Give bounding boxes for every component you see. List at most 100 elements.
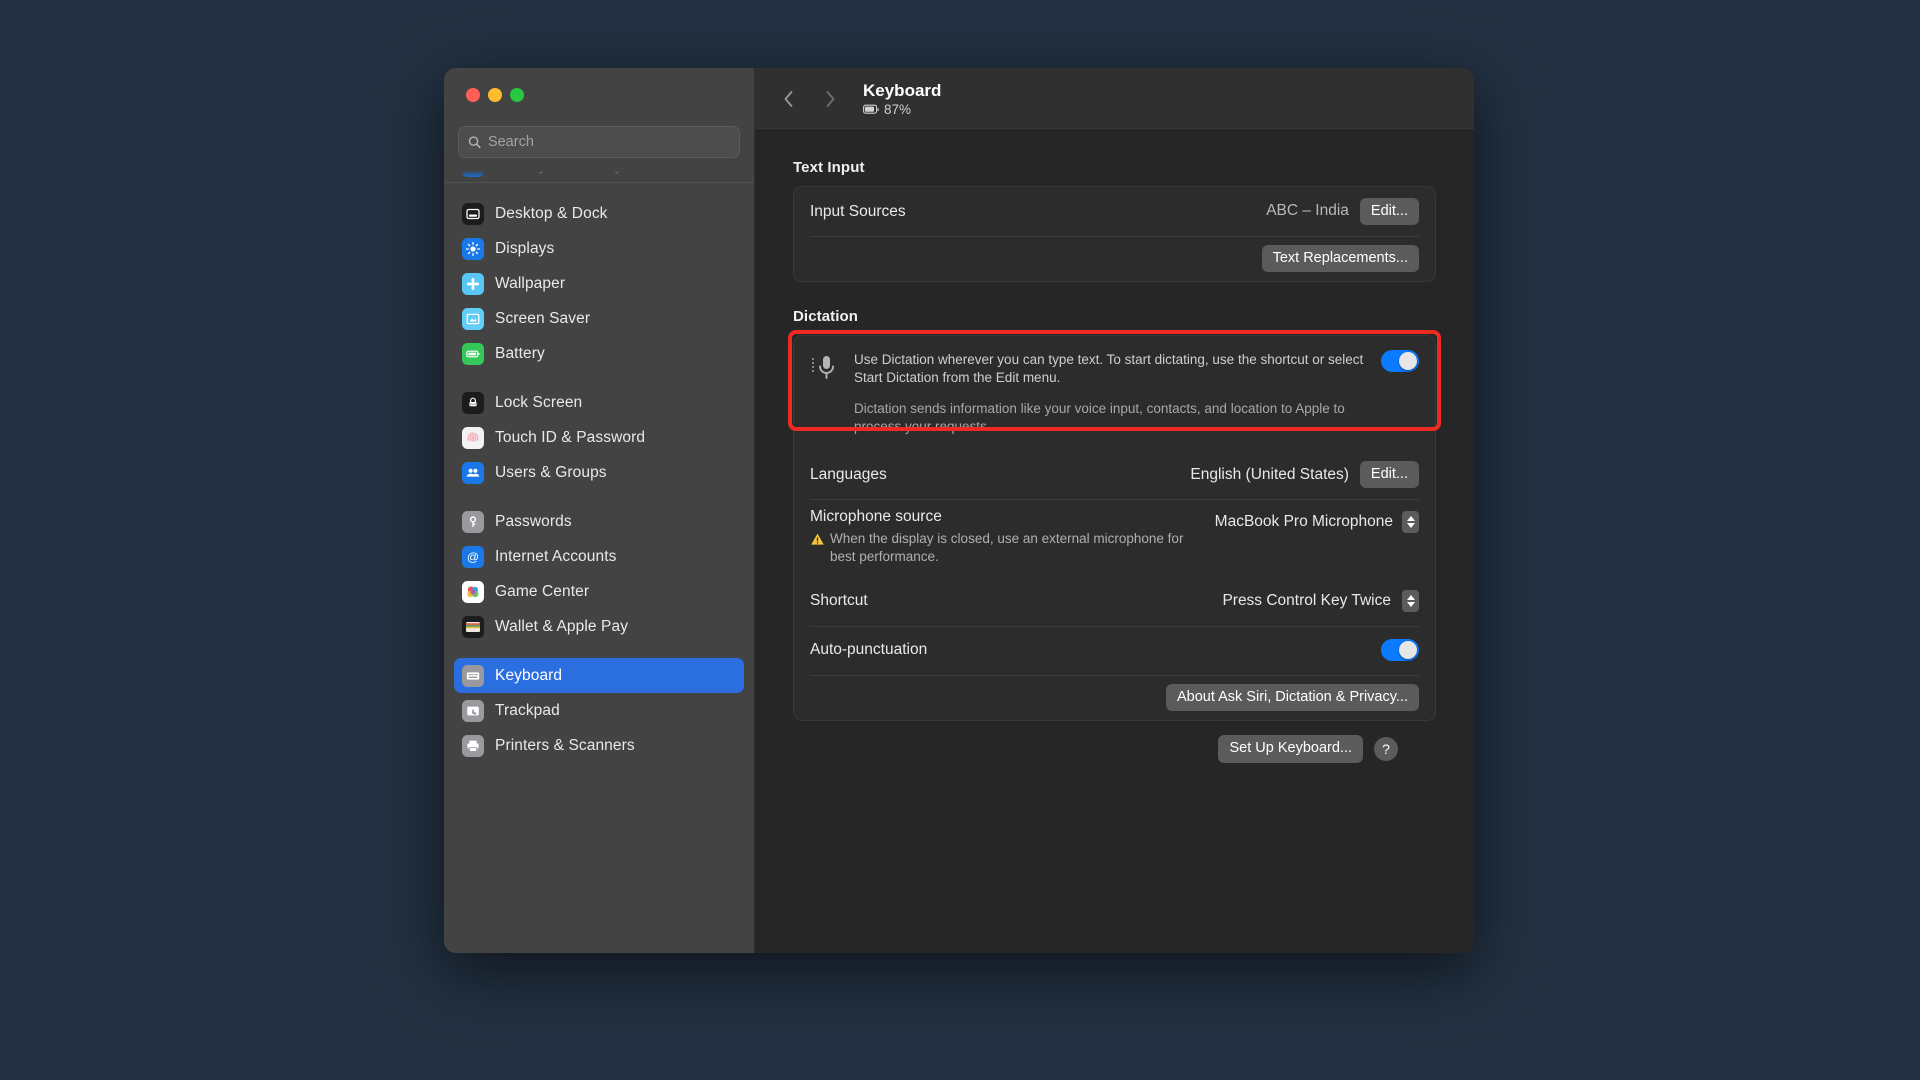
microphone-source-stepper[interactable] [1402,511,1419,534]
back-button[interactable] [775,86,801,112]
battery-icon [462,342,484,365]
shortcut-value: Press Control Key Twice [1222,592,1391,610]
set-up-keyboard-button[interactable]: Set Up Keyboard... [1218,735,1363,763]
auto-punctuation-toggle[interactable] [1381,639,1419,662]
search-box[interactable] [458,126,740,158]
sidebar: Privacy & Security Desktop & Dock [444,68,755,953]
sidebar-item-passwords[interactable]: Passwords [454,504,744,539]
minimize-window-button[interactable] [488,88,502,102]
languages-edit-button[interactable]: Edit... [1359,461,1419,489]
microphone-warning-text: When the display is closed, use an exter… [830,531,1184,565]
sidebar-item-label: Game Center [495,582,590,600]
sidebar-item-wallpaper[interactable]: Wallpaper [454,266,744,301]
microphone-source-controls[interactable]: MacBook Pro Microphone [1214,508,1419,534]
sidebar-item-privacy-security[interactable]: Privacy & Security [454,168,744,182]
languages-row: Languages English (United States) Edit..… [794,450,1435,499]
sidebar-item-lock-screen[interactable]: Lock Screen [454,385,744,420]
input-sources-edit-button[interactable]: Edit... [1359,197,1419,226]
sidebar-item-trackpad[interactable]: Trackpad [454,693,744,728]
screen-saver-icon [462,307,484,330]
sidebar-item-label: Keyboard [495,666,563,684]
page-title: Keyboard [863,81,942,101]
sidebar-scroll-area[interactable]: Privacy & Security Desktop & Dock [444,168,754,953]
toggle-knob [1399,352,1417,371]
battery-icon [863,104,879,114]
search-input[interactable] [487,134,730,150]
input-sources-label: Input Sources [810,202,906,220]
languages-value: English (United States) [1190,465,1349,483]
help-button[interactable]: ? [1374,736,1398,761]
sidebar-item-label: Users & Groups [495,463,607,481]
wallet-icon [462,615,484,638]
desktop-dock-icon [462,202,484,225]
sidebar-item-label: Screen Saver [495,309,591,327]
dictation-toggle-row: Use Dictation wherever you can type text… [794,336,1435,450]
keyboard-icon [462,664,484,687]
sidebar-item-wallet[interactable]: Wallet & Apple Pay [454,609,744,644]
at-sign-icon: @ [462,545,484,568]
system-settings-window: Privacy & Security Desktop & Dock [444,68,1474,953]
warning-triangle-icon [811,533,824,545]
sidebar-item-label: Touch ID & Password [495,428,646,446]
about-ask-siri-button[interactable]: About Ask Siri, Dictation & Privacy... [1165,683,1419,712]
desktop-background: Privacy & Security Desktop & Dock [0,0,1920,1080]
sidebar-item-label: Privacy & Security [495,168,623,175]
close-window-button[interactable] [466,88,480,102]
sidebar-item-screen-saver[interactable]: Screen Saver [454,301,744,336]
sidebar-item-label: Trackpad [495,701,560,719]
sidebar-item-displays[interactable]: Displays [454,231,744,266]
sidebar-item-label: Lock Screen [495,393,583,411]
chevron-up-icon [1406,595,1415,601]
printer-icon [462,734,484,757]
sidebar-item-game-center[interactable]: Game Center [454,574,744,609]
sidebar-item-label: Internet Accounts [495,547,617,565]
sidebar-item-battery[interactable]: Battery [454,336,744,371]
sidebar-item-touch-id[interactable]: Touch ID & Password [454,420,744,455]
game-center-icon [462,580,484,603]
chevron-right-icon [826,91,834,107]
dictation-section-title: Dictation [793,308,859,326]
dictation-description: Use Dictation wherever you can type text… [854,352,1364,386]
sidebar-item-label: Wallpaper [495,274,566,292]
toggle-knob [1399,641,1417,660]
lock-screen-icon [462,391,484,414]
dictation-card: Use Dictation wherever you can type text… [793,335,1436,722]
title-block: Keyboard 87% [863,81,941,117]
zoom-window-button[interactable] [510,88,524,102]
text-input-section-title: Text Input [793,159,865,176]
shortcut-stepper[interactable] [1402,590,1419,613]
auto-punctuation-row: Auto-punctuation [794,625,1435,675]
wallpaper-icon [462,272,484,295]
sidebar-item-label: Desktop & Dock [495,204,608,222]
languages-controls: English (United States) Edit... [1190,461,1419,489]
displays-icon [462,237,484,260]
dictation-toggle[interactable] [1381,350,1419,373]
microphone-source-value: MacBook Pro Microphone [1214,513,1393,531]
text-replacements-button[interactable]: Text Replacements... [1261,245,1419,273]
sidebar-item-label: Passwords [495,512,572,530]
forward-button[interactable] [817,86,843,112]
sidebar-item-label: Battery [495,344,545,362]
hand-raised-icon [462,168,484,177]
chevron-up-icon [1406,516,1415,522]
microphone-source-label: Microphone source [810,508,942,526]
dictation-privacy-note: Dictation sends information like your vo… [854,401,1345,435]
svg-text:@: @ [467,549,479,563]
auto-punctuation-label: Auto-punctuation [810,641,928,659]
dictation-text-block: Use Dictation wherever you can type text… [854,350,1367,436]
sidebar-item-label: Wallet & Apple Pay [495,617,629,635]
about-siri-row: About Ask Siri, Dictation & Privacy... [794,674,1435,720]
sidebar-item-printers-scanners[interactable]: Printers & Scanners [454,728,744,763]
text-input-card: Input Sources ABC – India Edit... Text R… [793,186,1436,283]
battery-percent: 87% [884,101,912,117]
sidebar-item-users-groups[interactable]: Users & Groups [454,455,744,490]
input-sources-value: ABC – India [1266,202,1349,220]
sidebar-item-keyboard[interactable]: Keyboard [454,658,744,693]
titlebar: Keyboard 87% [755,68,1474,131]
key-icon [462,510,484,533]
sidebar-item-internet-accounts[interactable]: @ Internet Accounts [454,539,744,574]
sidebar-item-desktop-dock[interactable]: Desktop & Dock [454,196,744,231]
shortcut-controls[interactable]: Press Control Key Twice [1222,590,1419,613]
touch-id-icon [462,426,484,449]
trackpad-icon [462,699,484,722]
